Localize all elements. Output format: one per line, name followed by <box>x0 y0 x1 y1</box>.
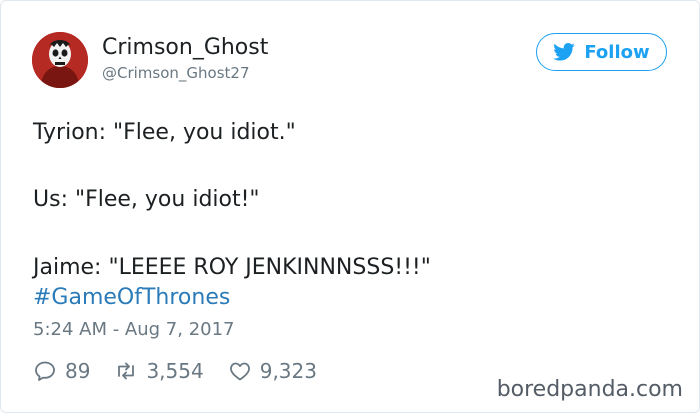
like-button[interactable]: 9,323 <box>228 359 317 383</box>
reply-button[interactable]: 89 <box>33 359 90 383</box>
avatar[interactable] <box>32 32 88 88</box>
like-count: 9,323 <box>259 359 317 383</box>
tweet-actions: 89 3,554 9,323 <box>33 357 341 385</box>
twitter-bird-icon <box>553 43 576 61</box>
user-display-name[interactable]: Crimson_Ghost <box>102 35 268 61</box>
follow-button-label: Follow <box>584 41 650 63</box>
tweet-text-line-3: Jaime: "LEEEE ROY JENKINNNSSS!!!" <box>33 255 431 280</box>
tweet-text-line-2: Us: "Flee, you idiot!" <box>33 187 260 212</box>
tweet-card: Crimson_Ghost @Crimson_Ghost27 Follow Ty… <box>0 0 700 413</box>
tweet-timestamp[interactable]: 5:24 AM - Aug 7, 2017 <box>33 319 235 340</box>
reply-icon <box>35 361 55 381</box>
heart-icon <box>229 362 250 381</box>
user-handle[interactable]: @Crimson_Ghost27 <box>102 64 250 82</box>
watermark: boredpanda.com <box>496 377 683 402</box>
retweet-button[interactable]: 3,554 <box>114 359 204 383</box>
retweet-icon <box>118 362 135 380</box>
retweet-count: 3,554 <box>146 359 204 383</box>
tweet-text-line-1: Tyrion: "Flee, you idiot." <box>33 120 296 145</box>
follow-button[interactable]: Follow <box>536 33 667 71</box>
reply-count: 89 <box>65 359 91 383</box>
avatar-skull-image <box>32 32 88 88</box>
hashtag-link[interactable]: #GameOfThrones <box>33 284 230 312</box>
